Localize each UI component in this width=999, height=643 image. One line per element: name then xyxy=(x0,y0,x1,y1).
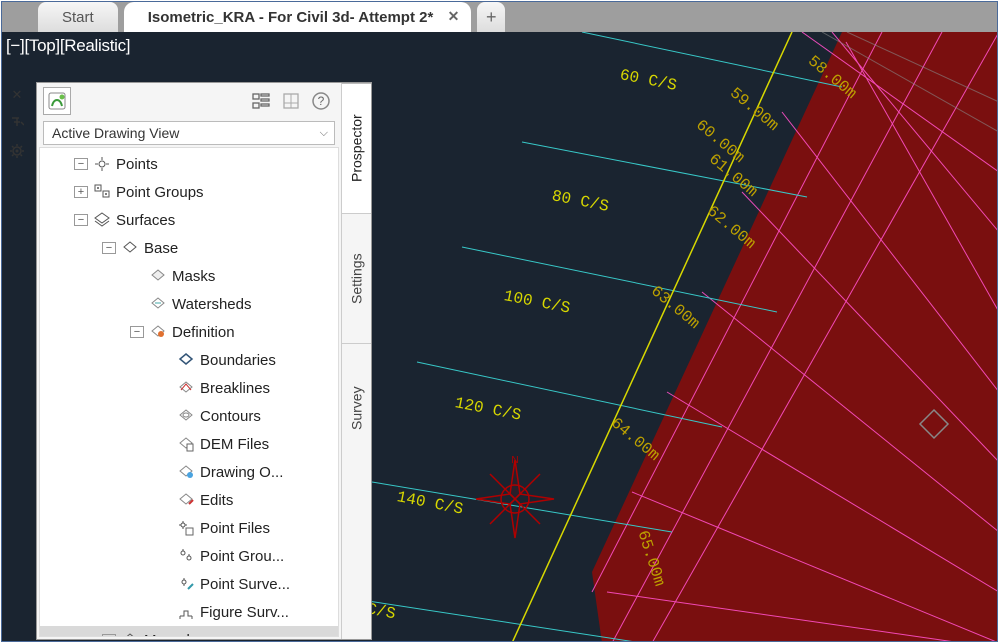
edits-icon xyxy=(176,491,196,509)
tab-label: Start xyxy=(62,9,94,26)
document-tab-bar: Start Isometric_KRA - For Civil 3d- Atte… xyxy=(2,2,997,32)
tree-label: Masks xyxy=(172,268,215,285)
tree-label: Figure Surv... xyxy=(200,604,289,621)
collapse-icon[interactable]: − xyxy=(130,326,144,338)
tree-label: DEM Files xyxy=(200,436,269,453)
sidebar-mini-toolbar: ✕ xyxy=(8,86,32,160)
collapse-icon[interactable]: − xyxy=(74,158,88,170)
tree-node-point-groups-def[interactable]: Point Grou... xyxy=(40,542,338,570)
expand-icon[interactable]: + xyxy=(74,186,88,198)
svg-text:?: ? xyxy=(318,94,325,108)
definition-icon xyxy=(148,323,168,341)
tree-label: Point Grou... xyxy=(200,548,284,565)
gear-icon[interactable] xyxy=(8,142,26,160)
tab-label: Isometric_KRA - For Civil 3d- Attempt 2* xyxy=(148,9,434,26)
tree-label: Base xyxy=(144,240,178,257)
tree-label: Mound xyxy=(144,632,190,637)
tab-survey[interactable]: Survey xyxy=(342,343,371,473)
tree-label: Point Surve... xyxy=(200,576,290,593)
list-view-icon[interactable] xyxy=(247,87,275,115)
tab-start[interactable]: Start xyxy=(38,2,118,32)
drawing-icon[interactable] xyxy=(43,87,71,115)
tree-node-point-groups[interactable]: + Point Groups xyxy=(40,178,338,206)
tree-label: Point Files xyxy=(200,520,270,537)
tree-node-definition[interactable]: − Definition xyxy=(40,318,338,346)
toolspace-panel: ? Active Drawing View ⌵ − Points xyxy=(36,82,372,640)
tree-label: Breaklines xyxy=(200,380,270,397)
close-panel-icon[interactable]: ✕ xyxy=(8,86,26,104)
close-icon[interactable]: ✕ xyxy=(448,8,460,25)
surfaces-icon xyxy=(92,211,112,229)
tree-node-dem-files[interactable]: DEM Files xyxy=(40,430,338,458)
compass-rose-icon: N xyxy=(470,454,560,544)
point-files-icon xyxy=(176,519,196,537)
tree-node-figure-survey[interactable]: Figure Surv... xyxy=(40,598,338,626)
tab-active-drawing[interactable]: Isometric_KRA - For Civil 3d- Attempt 2*… xyxy=(124,2,472,32)
toolspace-side-tabs: Prospector Settings Survey xyxy=(341,83,371,639)
tree-label: Boundaries xyxy=(200,352,276,369)
tree-label: Definition xyxy=(172,324,235,341)
view-select-dropdown[interactable]: Active Drawing View ⌵ xyxy=(43,121,335,145)
panel-toolbar: ? xyxy=(37,83,341,119)
surface-icon xyxy=(120,239,140,257)
dropdown-label: Active Drawing View xyxy=(52,125,179,141)
preview-icon[interactable] xyxy=(277,87,305,115)
collapse-icon[interactable]: − xyxy=(102,242,116,254)
prospector-tree[interactable]: − Points + Point Groups − Surface xyxy=(40,148,338,636)
tree-node-drawing-objects[interactable]: Drawing O... xyxy=(40,458,338,486)
tree-node-base[interactable]: − Base xyxy=(40,234,338,262)
tree-node-point-survey[interactable]: Point Surve... xyxy=(40,570,338,598)
dem-files-icon xyxy=(176,435,196,453)
tree-node-edits[interactable]: Edits xyxy=(40,486,338,514)
tab-settings[interactable]: Settings xyxy=(342,213,371,343)
point-groups-def-icon xyxy=(176,547,196,565)
expand-icon[interactable]: + xyxy=(102,634,116,636)
breaklines-icon xyxy=(176,379,196,397)
tree-label: Surfaces xyxy=(116,212,175,229)
boundaries-icon xyxy=(176,351,196,369)
tree-node-masks[interactable]: Masks xyxy=(40,262,338,290)
surface-icon xyxy=(120,631,140,636)
tree-node-breaklines[interactable]: Breaklines xyxy=(40,374,338,402)
tree-label: Points xyxy=(116,156,158,173)
viewport-controls[interactable]: [−][Top][Realistic] xyxy=(6,36,130,56)
points-icon xyxy=(92,155,112,173)
point-survey-icon xyxy=(176,575,196,593)
svg-text:N: N xyxy=(511,455,518,466)
tree-node-boundaries[interactable]: Boundaries xyxy=(40,346,338,374)
chevron-down-icon: ⌵ xyxy=(320,127,328,140)
tree-node-surfaces[interactable]: − Surfaces xyxy=(40,206,338,234)
tree-node-mound[interactable]: + Mound xyxy=(40,626,338,636)
tab-prospector[interactable]: Prospector xyxy=(342,83,371,213)
help-icon[interactable]: ? xyxy=(307,87,335,115)
tree-node-points[interactable]: − Points xyxy=(40,150,338,178)
pin-icon[interactable] xyxy=(8,114,26,132)
watersheds-icon xyxy=(148,295,168,313)
contours-icon xyxy=(176,407,196,425)
tree-node-contours[interactable]: Contours xyxy=(40,402,338,430)
tree-label: Edits xyxy=(200,492,233,509)
point-groups-icon xyxy=(92,183,112,201)
collapse-icon[interactable]: − xyxy=(74,214,88,226)
tree-node-watersheds[interactable]: Watersheds xyxy=(40,290,338,318)
figure-survey-icon xyxy=(176,603,196,621)
tree-label: Watersheds xyxy=(172,296,251,313)
tree-label: Drawing O... xyxy=(200,464,283,481)
tree-node-point-files[interactable]: Point Files xyxy=(40,514,338,542)
drawing-objects-icon xyxy=(176,463,196,481)
masks-icon xyxy=(148,267,168,285)
tree-label: Contours xyxy=(200,408,261,425)
tree-label: Point Groups xyxy=(116,184,204,201)
new-tab-button[interactable]: + xyxy=(477,2,505,32)
